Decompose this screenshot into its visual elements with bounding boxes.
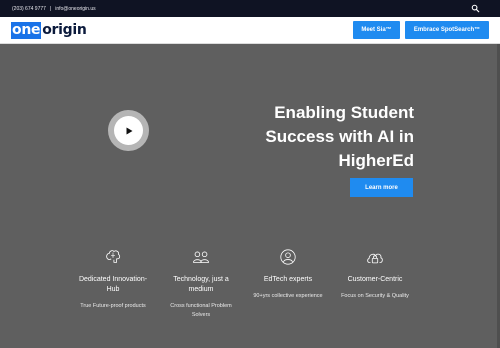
video-play-button[interactable]: [108, 110, 149, 151]
feature-description: 90+yrs collective experience: [253, 293, 323, 299]
oneorigin-logo[interactable]: one origin: [11, 22, 87, 39]
hero-title-line-2: Success with AI in: [265, 127, 414, 146]
hero-title-line-1: Enabling Student: [274, 103, 414, 122]
logo-one: one: [11, 22, 42, 39]
feature-title: EdTech experts: [263, 276, 313, 283]
phone-link[interactable]: (203) 674 9777: [12, 6, 46, 12]
site-header: one origin Meet Sia™ Embrace SpotSearch™: [0, 17, 500, 44]
feature-technology-medium: Technology, just a medium Cross function…: [161, 248, 241, 320]
feature-description: Cross functional Problem Solvers: [170, 303, 232, 318]
learn-more-button[interactable]: Learn more: [350, 178, 413, 197]
embrace-spotsearch-button[interactable]: Embrace SpotSearch™: [405, 21, 489, 39]
play-button-inner: [114, 116, 143, 145]
feature-description: Focus on Security & Quality: [341, 293, 409, 299]
hero-title-line-3: HigherEd: [338, 151, 414, 170]
meet-sia-button[interactable]: Meet Sia™: [353, 21, 400, 39]
feature-title: Technology, just a medium: [173, 276, 229, 293]
expert-icon: [280, 249, 296, 265]
feature-description: True Future-proof products: [80, 303, 146, 309]
brain-icon: [106, 250, 121, 263]
logo-origin: origin: [42, 22, 87, 38]
search-icon[interactable]: [471, 4, 480, 13]
top-contact-bar: (203) 674 9777 | info@oneorigin.us: [0, 0, 500, 17]
feature-edtech-experts: EdTech experts 90+yrs collective experie…: [248, 248, 328, 301]
contact-separator: |: [49, 5, 52, 12]
feature-title: Customer-Centric: [347, 276, 403, 283]
play-icon: [126, 127, 132, 134]
hero-title: Enabling Student Success with AI in High…: [214, 101, 414, 173]
security-icon: [367, 253, 383, 264]
feature-title: Dedicated Innovation-Hub: [78, 276, 148, 293]
feature-innovation-hub: Dedicated Innovation-Hub True Future-pro…: [73, 248, 153, 311]
feature-customer-centric: Customer-Centric Focus on Security & Qua…: [335, 248, 415, 301]
team-icon: [192, 251, 210, 263]
email-link[interactable]: info@oneorigin.us: [55, 6, 95, 12]
